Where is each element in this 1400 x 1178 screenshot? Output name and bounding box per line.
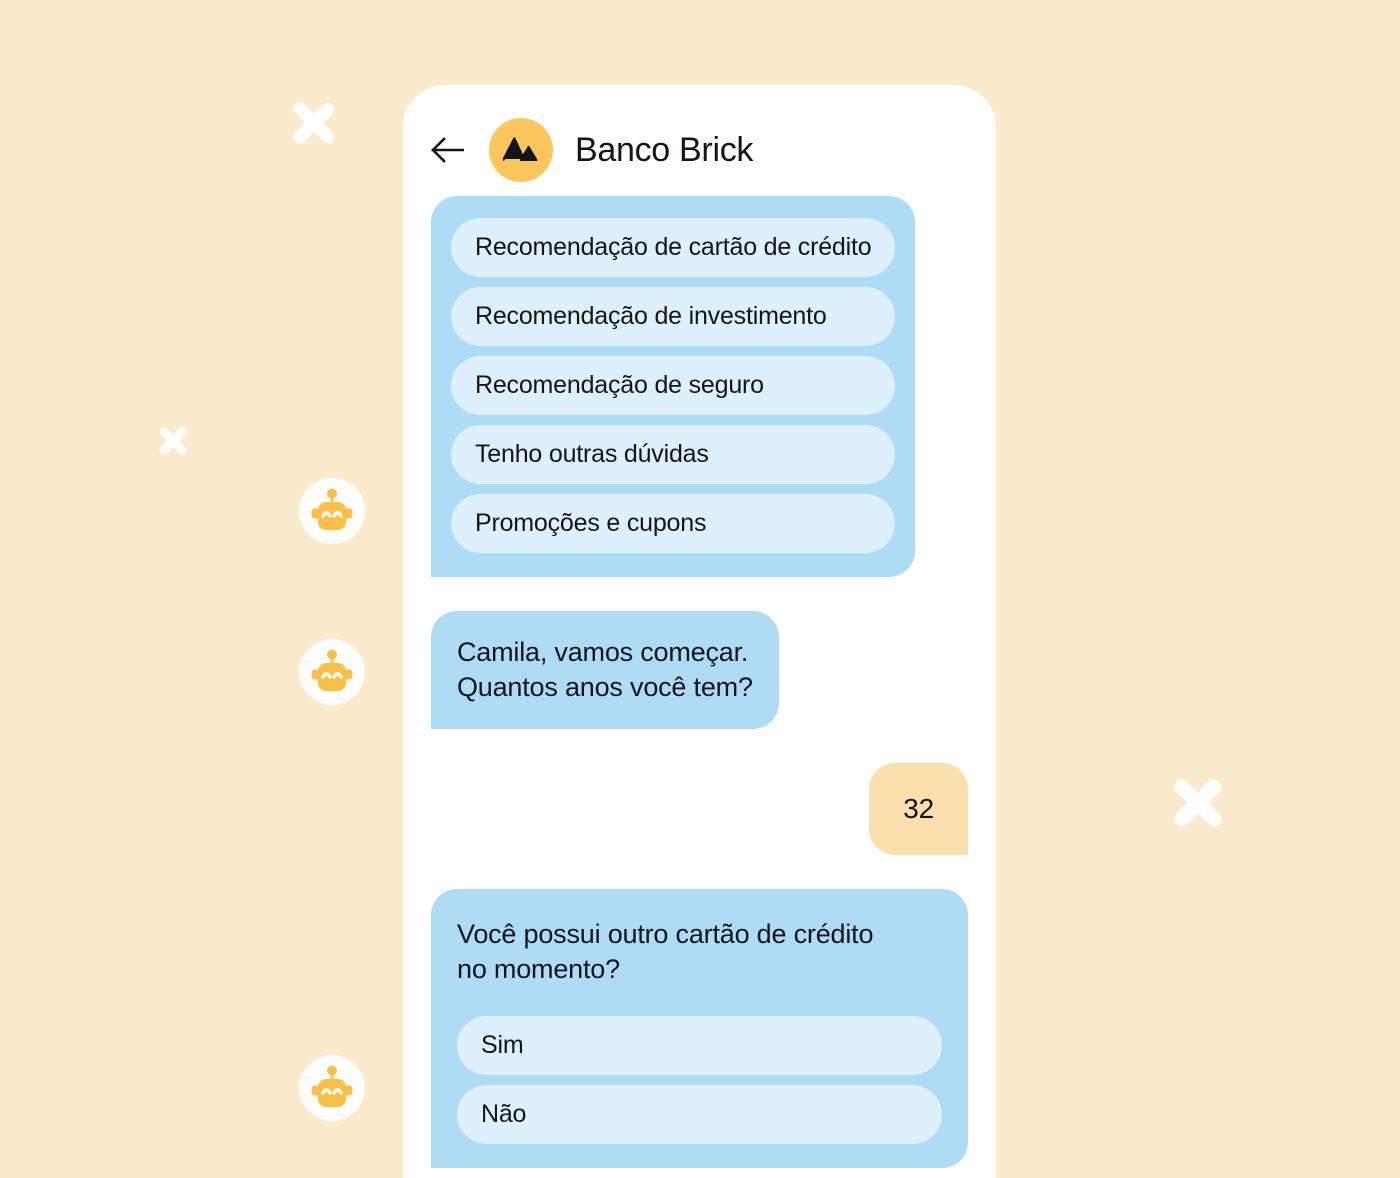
user-message-bubble: 32 xyxy=(869,762,968,855)
decorative-x-mark-2 xyxy=(158,426,188,456)
message-row: 32 xyxy=(431,762,968,855)
robot-icon xyxy=(311,649,353,691)
bot-avatar xyxy=(299,639,365,705)
decorative-x-mark-1 xyxy=(292,101,336,145)
message-row: Você possui outro cartão de crédito no m… xyxy=(431,888,968,1169)
robot-icon xyxy=(311,488,353,530)
chat-window: Banco Brick Recomendação de cartão de cr… xyxy=(403,85,996,1178)
decorative-x-mark-3 xyxy=(1173,778,1223,828)
robot-icon xyxy=(311,1065,353,1107)
quick-reply-option-promotions[interactable]: Promoções e cupons xyxy=(451,494,896,553)
quick-reply-option-investment[interactable]: Recomendação de investimento xyxy=(451,287,896,346)
quick-reply-option-insurance[interactable]: Recomendação de seguro xyxy=(451,356,896,415)
quick-reply-option-no[interactable]: Não xyxy=(457,1085,942,1145)
quick-reply-list: Sim Não xyxy=(457,1016,942,1145)
page-title: Banco Brick xyxy=(575,130,754,169)
message-row: Camila, vamos começar. Quantos anos você… xyxy=(431,611,968,729)
message-text: Você possui outro cartão de crédito no m… xyxy=(457,918,874,984)
quick-reply-option-credit-card[interactable]: Recomendação de cartão de crédito xyxy=(451,218,896,277)
bot-message-bubble: Camila, vamos começar. Quantos anos você… xyxy=(431,611,779,729)
quick-reply-option-yes[interactable]: Sim xyxy=(457,1016,942,1076)
message-text: Camila, vamos começar. Quantos anos você… xyxy=(457,637,753,702)
banco-brick-logo-icon xyxy=(489,118,553,182)
back-arrow-icon[interactable] xyxy=(427,130,467,170)
bot-message-question: Você possui outro cartão de crédito no m… xyxy=(431,888,968,1169)
chat-header: Banco Brick xyxy=(403,85,996,196)
quick-reply-option-other-questions[interactable]: Tenho outras dúvidas xyxy=(451,425,896,484)
message-text: 32 xyxy=(903,792,934,824)
bot-avatar xyxy=(299,478,365,544)
bot-avatar xyxy=(299,1055,365,1121)
bot-message-options: Recomendação de cartão de crédito Recome… xyxy=(431,196,916,577)
message-list: Recomendação de cartão de crédito Recome… xyxy=(403,196,996,1178)
message-row: Recomendação de cartão de crédito Recome… xyxy=(431,196,968,577)
quick-reply-list: Recomendação de cartão de crédito Recome… xyxy=(451,218,896,553)
